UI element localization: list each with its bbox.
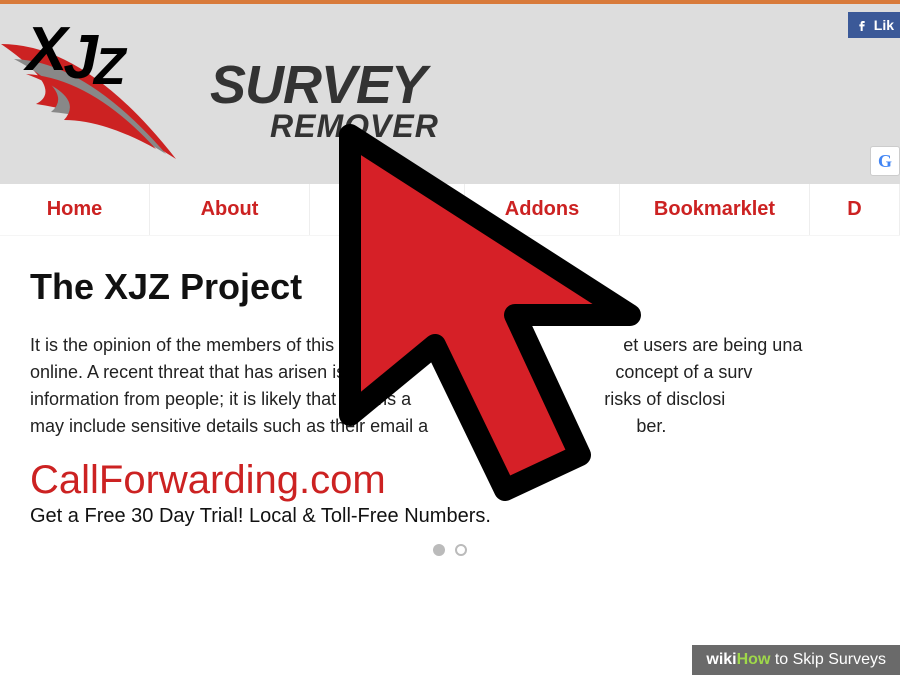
para-frag-4: concept of a surv: [615, 362, 752, 382]
para-frag-2: et users are being una: [623, 335, 802, 355]
ad-title: CallForwarding.com: [30, 458, 870, 503]
pagination-dots: [30, 544, 870, 556]
ad-subtitle: Get a Free 30 Day Trial! Local & Toll-Fr…: [30, 505, 870, 528]
nav-last-label: D: [847, 198, 861, 220]
para-frag-1: It is the opinion of the members of this…: [30, 335, 379, 355]
para-frag-9: ss and phon: [474, 416, 572, 436]
ad-block[interactable]: CallForwarding.com Get a Free 30 Day Tri…: [30, 458, 870, 528]
nav-last[interactable]: D: [810, 184, 900, 235]
caption-how: How: [737, 651, 771, 668]
site-header: Lik XJZ SURVEY REMOVER G: [0, 4, 900, 184]
inline-link-fragment[interactable]: ebs: [459, 362, 488, 382]
nav-about[interactable]: About: [150, 184, 310, 235]
logo-mark: XJZ: [0, 14, 200, 159]
wikihow-caption: wikiHow to Skip Surveys: [692, 645, 900, 675]
nav-home-label: Home: [47, 198, 103, 220]
page-dot-2[interactable]: [455, 544, 467, 556]
facebook-like-label: Lik: [874, 17, 894, 33]
main-nav: Home About Addons Bookmarklet D: [0, 184, 900, 236]
intro-paragraph: It is the opinion of the members of this…: [30, 332, 870, 440]
nav-bookmarklet-label: Bookmarklet: [654, 198, 775, 220]
nav-addons-label: Addons: [505, 198, 579, 220]
para-frag-10: ber.: [636, 416, 666, 436]
nav-hidden[interactable]: [310, 184, 465, 235]
para-frag-8: may include sensitive details such as th…: [30, 416, 428, 436]
logo[interactable]: XJZ SURVEY REMOVER: [0, 4, 900, 159]
logo-text: SURVEY REMOVER: [210, 54, 439, 145]
google-letter: G: [878, 151, 892, 172]
nav-addons[interactable]: Addons: [465, 184, 620, 235]
caption-wiki: wiki: [706, 651, 736, 668]
para-frag-6: fully av: [466, 389, 522, 409]
para-frag-3: online. A recent threat that has arisen …: [30, 362, 395, 382]
google-badge[interactable]: G: [870, 146, 900, 176]
facebook-like-button[interactable]: Lik: [848, 12, 900, 38]
caption-rest: to Skip Surveys: [770, 651, 886, 668]
page-title: The XJZ Project: [30, 266, 870, 308]
facebook-icon: [854, 17, 870, 33]
logo-survey-word: SURVEY: [210, 54, 439, 116]
nav-bookmarklet[interactable]: Bookmarklet: [620, 184, 810, 235]
nav-home[interactable]: Home: [0, 184, 150, 235]
para-frag-5: information from people; it is likely th…: [30, 389, 411, 409]
nav-about-label: About: [201, 198, 259, 220]
logo-letters: XJZ: [26, 14, 122, 85]
page-dot-1[interactable]: [433, 544, 445, 556]
para-frag-7: risks of disclosi: [604, 389, 725, 409]
main-content: The XJZ Project It is the opinion of the…: [0, 236, 900, 556]
logo-remover-word: REMOVER: [270, 108, 439, 145]
